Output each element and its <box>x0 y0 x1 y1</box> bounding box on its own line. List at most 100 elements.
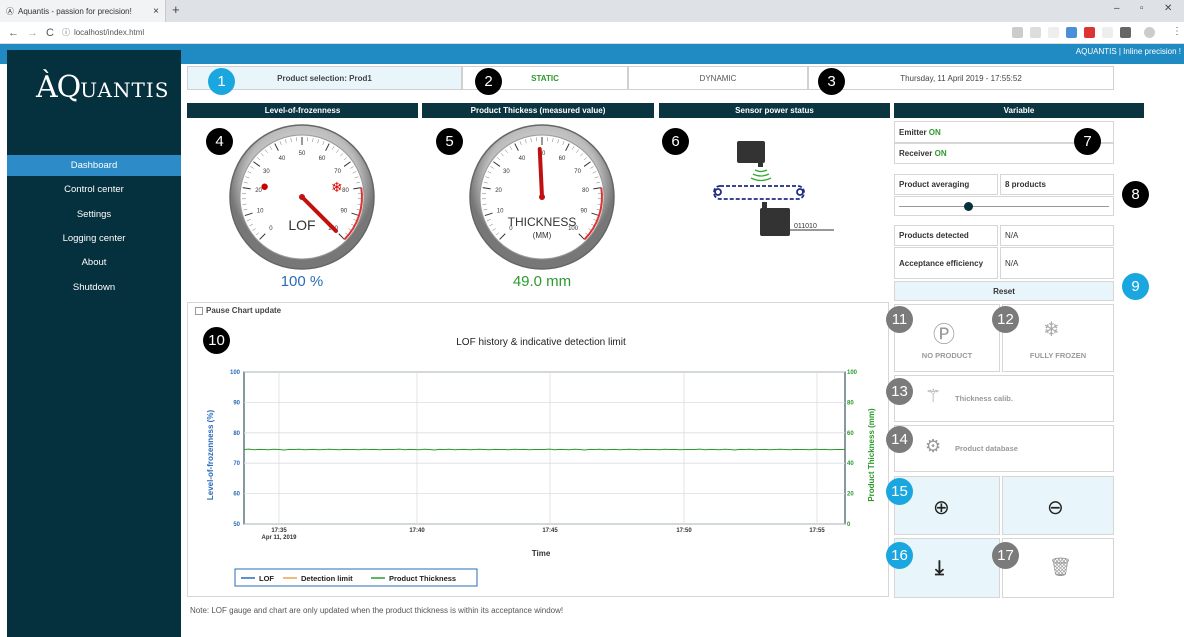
fully-frozen-button[interactable]: ❄ FULLY FROZEN <box>1002 304 1114 372</box>
chart-title: LOF history & indicative detection limit <box>456 337 626 348</box>
thickness-series-line <box>243 448 845 451</box>
conveyor-icon <box>713 185 805 200</box>
thickness-calibration-button[interactable]: ⚚ Thickness calib. <box>894 375 1114 422</box>
sidebar-item-dashboard[interactable]: Dashboard <box>7 155 181 176</box>
info-icon: ⓘ <box>61 28 70 37</box>
translate-icon[interactable] <box>1012 27 1023 38</box>
badge-10: 10 <box>203 327 230 354</box>
tab-favicon-icon: Ⓐ <box>6 6 14 16</box>
sidebar-item-shutdown[interactable]: Shutdown <box>7 277 181 298</box>
y2-tick-label: 100 <box>847 370 858 376</box>
frozen-icon: ❄ <box>1043 319 1060 341</box>
x-tick-label: 17:55 <box>809 528 825 534</box>
dynamic-mode-button[interactable]: DYNAMIC <box>628 66 808 90</box>
close-tab-icon[interactable]: × <box>153 6 159 17</box>
gauge-tick-label: 40 <box>279 156 286 162</box>
product-database-button[interactable]: ⚙ Product database <box>894 425 1114 472</box>
sensor-diagram: 011010 <box>713 141 834 236</box>
trash-icon: 🗑 <box>1049 557 1072 577</box>
lof-gauge-label: LOF <box>288 217 315 233</box>
star-icon[interactable] <box>1048 27 1059 38</box>
profile-avatar[interactable] <box>1144 27 1155 38</box>
maximize-icon[interactable]: ▫ <box>1140 3 1144 14</box>
gauge-tick-label: 80 <box>582 188 589 194</box>
address-bar: ← → C ⓘ localhost/index.html <box>0 22 1184 44</box>
datetime-display: Thursday, 11 April 2019 - 17:55:52 <box>808 66 1114 90</box>
averaging-label: Product averaging <box>894 174 998 195</box>
download-icon: ⤓ <box>935 557 944 579</box>
zoom-in-icon: ⊕ <box>933 497 950 519</box>
water-drop-icon: ● <box>260 178 269 195</box>
browser-tab[interactable]: Ⓐ Aquantis - passion for precision! × <box>0 0 166 22</box>
averaging-slider[interactable] <box>894 196 1114 216</box>
badge-6: 6 <box>662 128 689 155</box>
badge-8: 8 <box>1122 181 1149 208</box>
badge-5: 5 <box>436 128 463 155</box>
badge-9: 9 <box>1122 273 1149 300</box>
sidebar-item-control-center[interactable]: Control center <box>7 179 181 200</box>
url-input[interactable]: localhost/index.html <box>74 28 144 37</box>
delete-button[interactable]: 🗑 <box>1002 538 1114 598</box>
zoom-out-icon: ⊖ <box>1047 497 1064 519</box>
receiver-sensor-icon <box>760 208 790 236</box>
brand-tagline: AQUANTIS | Inline precision ! <box>1075 47 1181 56</box>
y-tick-label: 60 <box>233 492 240 498</box>
gauge-tick-label: 40 <box>519 156 526 162</box>
y2-tick-label: 80 <box>847 400 854 406</box>
y2-axis-label: Product Thickness (mm) <box>867 408 876 502</box>
emitter-sensor-icon <box>737 141 765 163</box>
reload-icon[interactable]: C <box>46 27 54 39</box>
x-tick-label: 17:35 <box>271 528 287 534</box>
sensor-data-label: 011010 <box>794 223 817 230</box>
lof-panel-header: Level-of-frozenness <box>187 103 418 118</box>
x-date-label: Apr 11, 2019 <box>261 535 297 541</box>
pdf-extension-icon[interactable] <box>1084 27 1095 38</box>
forward-icon[interactable]: → <box>27 27 38 39</box>
acceptance-value: N/A <box>1000 247 1114 279</box>
zoom-out-button[interactable]: ⊖ <box>1002 476 1114 535</box>
badge-7: 7 <box>1074 128 1101 155</box>
x-tick-label: 17:45 <box>542 528 558 534</box>
sidebar-item-about[interactable]: About <box>7 252 181 273</box>
thickness-gauge-label: THICKNESS <box>508 215 577 229</box>
pause-chart-label: Pause Chart update <box>206 306 282 315</box>
sidebar-item-logging-center[interactable]: Logging center <box>7 228 181 249</box>
sidebar-item-settings[interactable]: Settings <box>7 204 181 225</box>
lof-value: 100 % <box>280 273 324 290</box>
badge-17: 17 <box>992 542 1019 569</box>
zoom-icon[interactable] <box>1030 27 1041 38</box>
back-icon[interactable]: ← <box>8 27 19 39</box>
logo: ÀQUANTIS <box>36 70 170 105</box>
legend-lof: LOF <box>259 574 274 583</box>
badge-16: 16 <box>886 542 913 569</box>
badge-14: 14 <box>886 426 913 453</box>
close-window-icon[interactable]: ✕ <box>1164 3 1172 14</box>
legend-detection-limit: Detection limit <box>301 574 353 583</box>
legend-product-thickness: Product Thickness <box>389 574 456 583</box>
variable-panel-header: Variable <box>894 103 1144 118</box>
thickness-needle <box>537 147 544 199</box>
extension-icon[interactable] <box>1066 27 1077 38</box>
thickness-gauge-unit: (MM) <box>533 231 552 240</box>
no-product-icon: Ⓟ <box>933 322 956 347</box>
badge-2: 2 <box>475 68 502 95</box>
gauge-tick-label: 80 <box>342 188 349 194</box>
gauge-tick-label: 70 <box>574 169 581 175</box>
y-tick-label: 100 <box>230 370 241 376</box>
reset-button[interactable]: Reset <box>894 281 1114 301</box>
extension-icon[interactable] <box>1120 27 1131 38</box>
snowflake-icon: ❄ <box>331 179 343 195</box>
new-tab-button[interactable]: + <box>172 2 180 17</box>
footer-note: Note: LOF gauge and chart are only updat… <box>190 606 564 615</box>
x-tick-label: 17:40 <box>409 528 425 534</box>
pause-chart-checkbox[interactable] <box>195 307 203 315</box>
extension-icon[interactable] <box>1102 27 1113 38</box>
signal-icon <box>750 169 772 182</box>
magic-wand-icon: ⚚ <box>925 386 942 406</box>
tab-title: Aquantis - passion for precision! <box>18 6 132 16</box>
sensor-panel-header: Sensor power status <box>659 103 890 118</box>
slider-handle[interactable] <box>964 202 974 211</box>
minimize-icon[interactable]: – <box>1114 3 1120 14</box>
menu-icon[interactable]: ⋮ <box>1172 26 1182 37</box>
badge-3: 3 <box>818 68 845 95</box>
